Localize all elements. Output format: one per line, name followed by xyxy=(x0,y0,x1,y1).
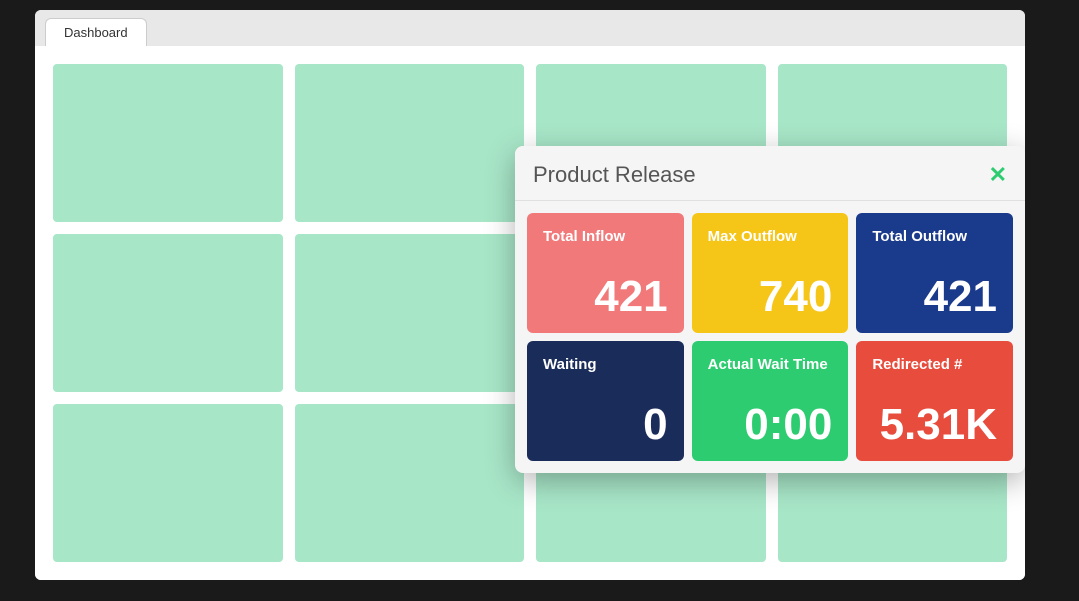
grid-cell xyxy=(53,234,283,392)
modal-body: Total Inflow 421 Max Outflow 740 Total O… xyxy=(515,201,1025,473)
product-release-modal: Product Release ✕ Total Inflow 421 Max O… xyxy=(515,146,1025,473)
redirected-label: Redirected # xyxy=(872,355,997,375)
grid-cell xyxy=(295,404,525,562)
max-outflow-value: 740 xyxy=(708,275,833,319)
dashboard-tab[interactable]: Dashboard xyxy=(45,18,147,46)
waiting-label: Waiting xyxy=(543,355,668,375)
tab-bar: Dashboard xyxy=(35,10,1025,46)
browser-frame: Dashboard Product Release ✕ xyxy=(35,10,1025,580)
dashboard-area: Product Release ✕ Total Inflow 421 Max O… xyxy=(35,46,1025,580)
total-outflow-card: Total Outflow 421 xyxy=(856,213,1013,333)
total-inflow-card: Total Inflow 421 xyxy=(527,213,684,333)
waiting-card: Waiting 0 xyxy=(527,341,684,461)
max-outflow-label: Max Outflow xyxy=(708,227,833,247)
grid-cell xyxy=(53,404,283,562)
actual-wait-time-label: Actual Wait Time xyxy=(708,355,833,375)
waiting-value: 0 xyxy=(543,403,668,447)
redirected-card: Redirected # 5.31K xyxy=(856,341,1013,461)
total-outflow-label: Total Outflow xyxy=(872,227,997,247)
grid-cell xyxy=(53,64,283,222)
modal-title: Product Release xyxy=(533,162,696,188)
tab-label: Dashboard xyxy=(64,25,128,40)
max-outflow-card: Max Outflow 740 xyxy=(692,213,849,333)
grid-cell xyxy=(295,234,525,392)
grid-cell xyxy=(295,64,525,222)
total-inflow-label: Total Inflow xyxy=(543,227,668,247)
redirected-value: 5.31K xyxy=(872,403,997,447)
close-button[interactable]: ✕ xyxy=(989,164,1007,186)
actual-wait-time-value: 0:00 xyxy=(708,403,833,447)
modal-header: Product Release ✕ xyxy=(515,146,1025,201)
total-outflow-value: 421 xyxy=(872,275,997,319)
total-inflow-value: 421 xyxy=(543,275,668,319)
actual-wait-time-card: Actual Wait Time 0:00 xyxy=(692,341,849,461)
